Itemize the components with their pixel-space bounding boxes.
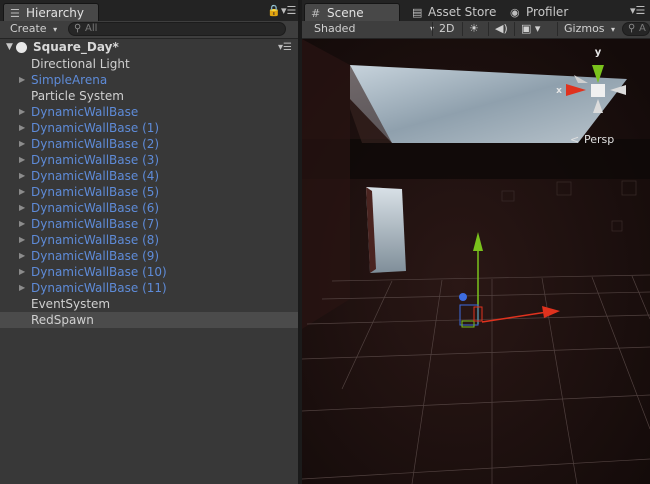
scene-tab-bar: # Scene ▤ Asset Store ◉ Profiler ▾☰ — [302, 0, 650, 21]
hierarchy-row-label: DynamicWallBase (3) — [31, 153, 160, 167]
hierarchy-row-label: RedSpawn — [31, 313, 94, 327]
hierarchy-panel: ☰ Hierarchy 🔒 ▾☰ Create ▾ ⚲ All ▼ Square_… — [0, 0, 300, 484]
left-wall — [302, 39, 350, 329]
gizmo-x-label: x — [556, 86, 562, 96]
store-icon: ▤ — [412, 6, 423, 19]
profiler-icon: ◉ — [510, 6, 520, 19]
hierarchy-row-label: DynamicWallBase — [31, 105, 139, 119]
hierarchy-toolbar: Create ▾ ⚲ All — [0, 21, 298, 39]
scene-root-row[interactable]: ▼ Square_Day* ▾☰ — [0, 39, 298, 56]
z-axis-handle[interactable] — [459, 293, 467, 301]
tab-asset-store[interactable]: ▤ Asset Store — [406, 3, 502, 21]
lock-icon[interactable]: 🔒 — [267, 4, 281, 17]
hierarchy-row[interactable]: ▶ DynamicWallBase (5) — [0, 184, 298, 200]
expand-arrow-icon[interactable]: ▶ — [19, 232, 25, 248]
hierarchy-row[interactable]: ▶ DynamicWallBase (11) — [0, 280, 298, 296]
hierarchy-row[interactable]: ▶ DynamicWallBase (1) — [0, 120, 298, 136]
effects-dropdown-icon[interactable]: ▣ ▾ — [514, 22, 546, 36]
hierarchy-row-label: DynamicWallBase (1) — [31, 121, 160, 135]
hierarchy-tab-bar: ☰ Hierarchy 🔒 ▾☰ — [0, 0, 298, 21]
hierarchy-row[interactable]: ▶ SimpleArena — [0, 72, 298, 88]
expand-arrow-icon[interactable]: ▶ — [19, 152, 25, 168]
expand-arrow-icon[interactable]: ▶ — [19, 104, 25, 120]
gizmos-dropdown[interactable]: Gizmos ▾ — [557, 22, 621, 36]
expand-arrow-icon[interactable]: ▶ — [19, 248, 25, 264]
hierarchy-row[interactable]: Particle System — [0, 88, 298, 104]
hierarchy-row[interactable]: ▶ DynamicWallBase (3) — [0, 152, 298, 168]
expand-arrow-icon[interactable]: ▶ — [19, 280, 25, 296]
hierarchy-row[interactable]: ▶ DynamicWallBase (10) — [0, 264, 298, 280]
hierarchy-row-label: DynamicWallBase (6) — [31, 201, 160, 215]
hierarchy-row[interactable]: ▶ DynamicWallBase — [0, 104, 298, 120]
search-icon: ⚲ — [628, 23, 636, 34]
hierarchy-tree: ▼ Square_Day* ▾☰ Directional Light ▶ Simpl… — [0, 39, 298, 328]
hierarchy-row-label: DynamicWallBase (8) — [31, 233, 160, 247]
hierarchy-row-label: DynamicWallBase (9) — [31, 249, 160, 263]
hierarchy-row-label: Particle System — [31, 89, 124, 103]
expand-arrow-icon[interactable]: ▶ — [19, 200, 25, 216]
tab-profiler[interactable]: ◉ Profiler — [504, 3, 574, 21]
scene-viewport[interactable]: y x < Persp — [302, 39, 650, 484]
search-icon: ⚲ — [74, 23, 82, 34]
audio-toggle-icon[interactable]: ◀) — [488, 22, 514, 36]
hierarchy-row-label: EventSystem — [31, 297, 111, 311]
hierarchy-row[interactable]: RedSpawn — [0, 312, 298, 328]
expand-arrow-icon[interactable]: ▶ — [19, 120, 25, 136]
scene-toolbar: Shaded ▾ 2D ☀ ◀) ▣ ▾ Gizmos ▾ ⚲ A — [302, 21, 650, 39]
create-dropdown[interactable]: Create ▾ — [4, 22, 63, 36]
hierarchy-row[interactable]: ▶ DynamicWallBase (2) — [0, 136, 298, 152]
gizmo-center-cube[interactable] — [591, 84, 605, 97]
shading-mode-dropdown[interactable]: Shaded ▾ — [308, 22, 438, 36]
projection-label[interactable]: Persp — [584, 133, 614, 146]
expand-arrow-icon[interactable]: ▶ — [19, 264, 25, 280]
hierarchy-row-label: SimpleArena — [31, 73, 108, 87]
hierarchy-items: Directional Light ▶ SimpleArena Particle Sy… — [0, 56, 298, 328]
expand-arrow-icon[interactable]: ▶ — [19, 184, 25, 200]
expand-arrow-icon[interactable]: ▶ — [19, 136, 25, 152]
gizmo-y-label: y — [595, 47, 602, 58]
collapse-arrow-icon[interactable]: ▼ — [6, 39, 13, 56]
projection-icon: < — [570, 133, 579, 146]
expand-arrow-icon[interactable]: ▶ — [19, 72, 25, 88]
hierarchy-row[interactable]: ▶ DynamicWallBase (4) — [0, 168, 298, 184]
hierarchy-row-label: DynamicWallBase (10) — [31, 265, 167, 279]
hierarchy-row-label: DynamicWallBase (5) — [31, 185, 160, 199]
unity-scene-icon — [16, 42, 27, 53]
dropdown-arrow-icon: ▾ — [53, 25, 58, 34]
dropdown-arrow-icon: ▾ — [611, 25, 616, 34]
hierarchy-search-input[interactable]: ⚲ All — [68, 22, 286, 36]
2d-toggle-button[interactable]: 2D — [432, 22, 460, 36]
hierarchy-row[interactable]: ▶ DynamicWallBase (9) — [0, 248, 298, 264]
scene-search-input[interactable]: ⚲ A — [622, 22, 650, 36]
scene-menu-icon[interactable]: ▾☰ — [278, 39, 292, 56]
hierarchy-row-label: DynamicWallBase (11) — [31, 281, 167, 295]
expand-arrow-icon[interactable]: ▶ — [19, 216, 25, 232]
hierarchy-row-label: DynamicWallBase (7) — [31, 217, 160, 231]
lighting-toggle-icon[interactable]: ☀ — [462, 22, 485, 36]
scene-name: Square_Day* — [33, 40, 119, 54]
hierarchy-row-label: Directional Light — [31, 57, 130, 71]
hierarchy-row[interactable]: Directional Light — [0, 56, 298, 72]
hierarchy-row[interactable]: EventSystem — [0, 296, 298, 312]
scene-panel: # Scene ▤ Asset Store ◉ Profiler ▾☰ Shaded … — [302, 0, 650, 484]
hierarchy-row[interactable]: ▶ DynamicWallBase (7) — [0, 216, 298, 232]
tab-scene[interactable]: # Scene — [304, 3, 400, 21]
hierarchy-row-label: DynamicWallBase (4) — [31, 169, 160, 183]
hierarchy-row-label: DynamicWallBase (2) — [31, 137, 160, 151]
hierarchy-row[interactable]: ▶ DynamicWallBase (6) — [0, 200, 298, 216]
tab-hierarchy[interactable]: ☰ Hierarchy — [3, 3, 99, 21]
panel-menu-icon[interactable]: ▾☰ — [281, 4, 296, 17]
expand-arrow-icon[interactable]: ▶ — [19, 168, 25, 184]
hierarchy-row[interactable]: ▶ DynamicWallBase (8) — [0, 232, 298, 248]
panel-menu-icon[interactable]: ▾☰ — [630, 4, 645, 17]
